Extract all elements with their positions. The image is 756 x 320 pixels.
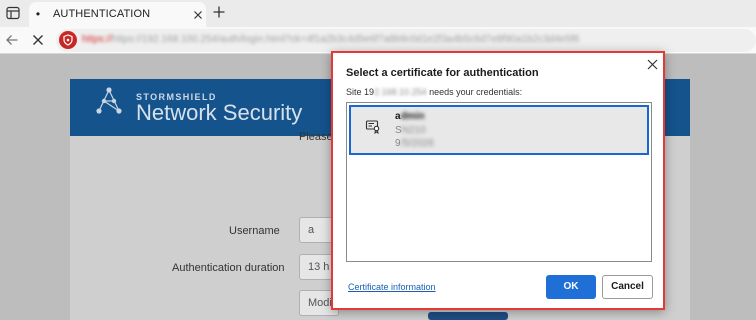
address-bar: https://https://192.168.100.254/auth/log… bbox=[0, 27, 756, 54]
username-label: Username bbox=[229, 225, 280, 237]
back-arrow-icon[interactable] bbox=[5, 33, 19, 47]
ok-button[interactable]: OK bbox=[546, 275, 596, 299]
certificate-issuer: SN210 bbox=[395, 125, 426, 136]
certificate-icon bbox=[365, 118, 381, 135]
dialog-site-text: Site 192.168.10.254 needs your credentia… bbox=[346, 87, 522, 97]
tab-bar: • AUTHENTICATION bbox=[0, 0, 756, 27]
close-icon[interactable] bbox=[646, 58, 659, 71]
plus-icon[interactable] bbox=[212, 5, 226, 19]
url-rest: https://192.168.100.254/auth/login.html?… bbox=[112, 34, 580, 45]
site-masked: 2.168.10.254 bbox=[374, 87, 427, 97]
stormshield-logo-icon bbox=[94, 87, 124, 117]
close-icon[interactable] bbox=[192, 8, 204, 20]
please-text: Please bbox=[299, 131, 333, 143]
issuer-visible: S bbox=[395, 125, 402, 136]
tab-favicon-icon: • bbox=[35, 7, 41, 21]
site-suffix: needs your credentials: bbox=[426, 87, 523, 97]
dialog-title: Select a certificate for authentication bbox=[346, 67, 539, 79]
certificate-information-link[interactable]: Certificate information bbox=[348, 282, 436, 292]
login-button[interactable] bbox=[428, 312, 508, 320]
certificate-list[interactable]: admin SN210 9/5/2026 bbox=[346, 102, 652, 262]
certificate-dialog: Select a certificate for authentication … bbox=[331, 51, 665, 310]
url-scheme: https:// bbox=[82, 34, 113, 45]
subject-masked: dmin bbox=[400, 111, 425, 122]
not-secure-shield-icon[interactable] bbox=[59, 31, 77, 49]
browser-tab[interactable]: • AUTHENTICATION bbox=[29, 2, 206, 27]
brand-main-text: Network Security bbox=[136, 100, 303, 125]
certificate-item[interactable]: admin SN210 9/5/2026 bbox=[349, 105, 649, 155]
certificate-validity: 9/5/2026 bbox=[395, 138, 434, 149]
cancel-button[interactable]: Cancel bbox=[602, 275, 653, 299]
tab-actions-icon[interactable] bbox=[4, 4, 22, 22]
certificate-subject: admin bbox=[395, 111, 424, 122]
issuer-masked: N210 bbox=[401, 125, 426, 136]
validity-masked: /5/2026 bbox=[400, 138, 434, 149]
stop-icon[interactable] bbox=[31, 33, 45, 47]
site-prefix: Site 19 bbox=[346, 87, 375, 97]
url-text[interactable]: https://https://192.168.100.254/auth/log… bbox=[82, 32, 652, 47]
duration-label: Authentication duration bbox=[172, 262, 285, 274]
tab-title: AUTHENTICATION bbox=[53, 8, 151, 20]
